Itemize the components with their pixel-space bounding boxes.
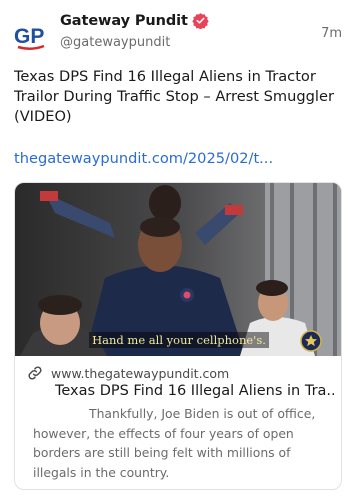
video-caption: Hand me all your cellphone's. <box>15 329 341 348</box>
link-preview-card[interactable]: Hand me all your cellphone's. www.thegat… <box>14 182 342 490</box>
card-meta: www.thegatewaypundit.com Texas DPS Find … <box>15 356 341 489</box>
card-title[interactable]: Texas DPS Find 16 Illegal Aliens in Tra.… <box>55 383 335 399</box>
gp-logo-icon: GP <box>14 25 45 50</box>
link-icon <box>27 365 43 381</box>
video-thumbnail[interactable]: Hand me all your cellphone's. <box>15 183 341 356</box>
svg-text:GP: GP <box>14 25 44 48</box>
avatar[interactable]: GP <box>14 18 48 52</box>
card-description: Thankfully, Joe Biden is out of office, … <box>33 406 316 480</box>
author-handle[interactable]: @gatewaypundit <box>60 35 170 50</box>
verified-badge-icon <box>192 12 209 30</box>
post-text: Texas DPS Find 16 Illegal Aliens in Trac… <box>14 68 334 125</box>
card-domain: www.thegatewaypundit.com <box>51 365 230 381</box>
post-link[interactable]: thegatewaypundit.com/2025/02/t... <box>14 150 344 167</box>
author-name[interactable]: Gateway Pundit <box>60 13 188 29</box>
post-header: GP Gateway Pundit @gatewaypundit 7m <box>14 12 342 56</box>
author-row: Gateway Pundit <box>60 12 209 30</box>
domain-row: www.thegatewaypundit.com <box>27 365 229 381</box>
post-time: 7m <box>321 26 342 41</box>
